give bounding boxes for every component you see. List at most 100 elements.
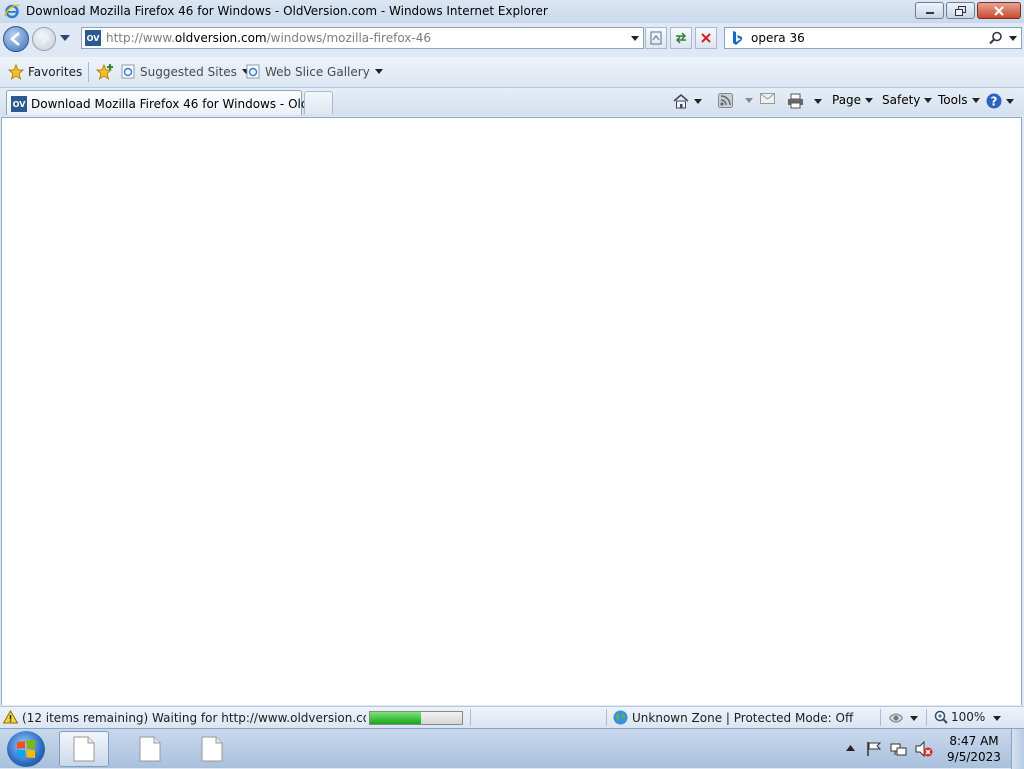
forward-arrow-icon — [41, 33, 50, 45]
forward-button[interactable] — [32, 27, 56, 51]
back-button[interactable] — [3, 26, 29, 52]
zoom-dropdown-icon[interactable] — [993, 716, 1001, 721]
status-bar: (12 items remaining) Waiting for http://… — [0, 706, 1024, 728]
network-icon[interactable] — [890, 741, 908, 757]
navigation-bar: OV http://www.oldversion.com/windows/moz… — [0, 23, 1024, 56]
svg-text:?: ? — [991, 95, 998, 109]
chevron-down-icon[interactable] — [814, 98, 822, 104]
close-icon — [994, 5, 1004, 16]
status-separator — [606, 709, 607, 726]
suggested-sites-button[interactable]: Suggested Sites — [121, 64, 250, 79]
chevron-down-icon[interactable] — [910, 716, 918, 721]
help-menu[interactable]: ? — [986, 93, 1014, 109]
chevron-down-icon[interactable] — [745, 98, 753, 103]
tools-menu-label: Tools — [938, 93, 968, 107]
window-title: Download Mozilla Firefox 46 for Windows … — [26, 4, 548, 18]
minimize-icon — [925, 11, 934, 14]
tab-row: OV Download Mozilla Firefox 46 for Windo… — [0, 88, 1024, 116]
address-dropdown-icon[interactable] — [631, 36, 639, 41]
web-slice-gallery-button[interactable]: Web Slice Gallery — [246, 64, 383, 79]
address-bar[interactable]: OV http://www.oldversion.com/windows/moz… — [81, 27, 644, 49]
status-separator — [880, 709, 881, 726]
feeds-button[interactable] — [718, 93, 753, 108]
status-separator — [926, 709, 927, 726]
ie-page-icon — [121, 64, 135, 79]
restore-button[interactable] — [946, 2, 975, 19]
taskbar-clock[interactable]: 8:47 AM 9/5/2023 — [944, 733, 1004, 765]
recent-pages-dropdown-icon[interactable] — [60, 35, 70, 41]
taskbar-item[interactable] — [187, 731, 237, 767]
refresh-button[interactable] — [670, 27, 692, 49]
progress-fill — [370, 712, 421, 724]
suggested-sites-label: Suggested Sites — [140, 64, 237, 79]
page-menu-label: Page — [832, 93, 862, 107]
chevron-down-icon — [1006, 98, 1014, 104]
minimize-button[interactable] — [915, 2, 944, 19]
print-button[interactable] — [787, 93, 822, 109]
ie-page-icon — [246, 64, 260, 79]
compatibility-view-button[interactable] — [645, 27, 667, 49]
stop-button[interactable] — [695, 27, 717, 49]
restore-icon — [954, 5, 966, 16]
volume-muted-icon[interactable] — [915, 741, 933, 757]
security-zone[interactable]: Unknown Zone | Protected Mode: Off — [613, 710, 853, 725]
tab-title: Download Mozilla Firefox 46 for Windows … — [31, 97, 327, 111]
search-input[interactable]: opera 36 — [751, 31, 805, 45]
address-url[interactable]: http://www.oldversion.com/windows/mozill… — [106, 31, 431, 45]
rss-feed-icon — [718, 93, 733, 108]
mail-icon — [760, 93, 775, 104]
refresh-icon — [675, 32, 687, 44]
clock-time: 8:47 AM — [949, 734, 999, 748]
favorites-button[interactable]: Favorites — [8, 64, 82, 80]
chevron-down-icon — [865, 97, 874, 103]
zoom-icon — [934, 710, 948, 724]
page-content-area[interactable] — [1, 117, 1022, 705]
tab-active[interactable]: OV Download Mozilla Firefox 46 for Windo… — [6, 90, 327, 115]
web-slice-gallery-label: Web Slice Gallery — [265, 64, 370, 79]
read-mail-button[interactable] — [760, 93, 775, 104]
printer-icon — [788, 93, 803, 109]
help-icon: ? — [986, 93, 1002, 109]
add-to-favorites-bar-icon[interactable] — [96, 64, 114, 80]
favorites-star-icon — [8, 64, 24, 80]
bing-icon — [733, 31, 742, 45]
stop-icon — [701, 33, 711, 43]
search-dropdown-icon[interactable] — [1009, 36, 1017, 41]
document-icon — [201, 736, 223, 762]
taskbar-item[interactable] — [125, 731, 175, 767]
back-arrow-icon — [10, 32, 20, 46]
taskbar-item-active[interactable] — [59, 731, 109, 767]
title-bar: Download Mozilla Firefox 46 for Windows … — [0, 0, 1024, 23]
status-text: (12 items remaining) Waiting for http://… — [22, 711, 366, 725]
compatibility-view-icon — [650, 31, 662, 45]
search-icon[interactable] — [989, 31, 1003, 45]
chevron-down-icon — [971, 97, 980, 103]
close-button[interactable] — [977, 2, 1021, 19]
document-icon — [73, 736, 95, 762]
privacy-report-icon[interactable] — [888, 711, 904, 725]
favorites-separator — [88, 62, 89, 82]
zoom-text: 100% — [951, 710, 986, 724]
new-tab-button[interactable] — [304, 91, 333, 114]
show-desktop-button[interactable] — [1011, 729, 1024, 769]
chevron-down-icon[interactable] — [694, 98, 702, 104]
safety-menu[interactable]: Safety — [882, 93, 933, 107]
loading-progress-bar — [369, 711, 463, 725]
warning-icon[interactable] — [3, 710, 18, 724]
tab-favicon: OV — [11, 96, 27, 112]
page-menu[interactable]: Page — [832, 93, 874, 107]
globe-icon — [613, 710, 628, 725]
start-button[interactable] — [7, 731, 45, 767]
zone-text: Unknown Zone | Protected Mode: Off — [632, 710, 854, 725]
action-center-flag-icon[interactable] — [866, 741, 882, 757]
favorites-label: Favorites — [28, 65, 83, 79]
home-button[interactable] — [672, 93, 702, 109]
taskbar: 8:47 AM 9/5/2023 — [0, 728, 1024, 769]
internet-explorer-icon — [4, 4, 20, 19]
show-hidden-icons-icon[interactable] — [846, 745, 855, 751]
zoom-level[interactable]: 100% — [934, 710, 985, 724]
favorites-bar: Favorites Suggested Sites Web Slice Gall… — [0, 57, 1024, 88]
chevron-down-icon — [374, 69, 383, 74]
tools-menu[interactable]: Tools — [938, 93, 980, 107]
search-box[interactable]: opera 36 — [724, 27, 1022, 49]
